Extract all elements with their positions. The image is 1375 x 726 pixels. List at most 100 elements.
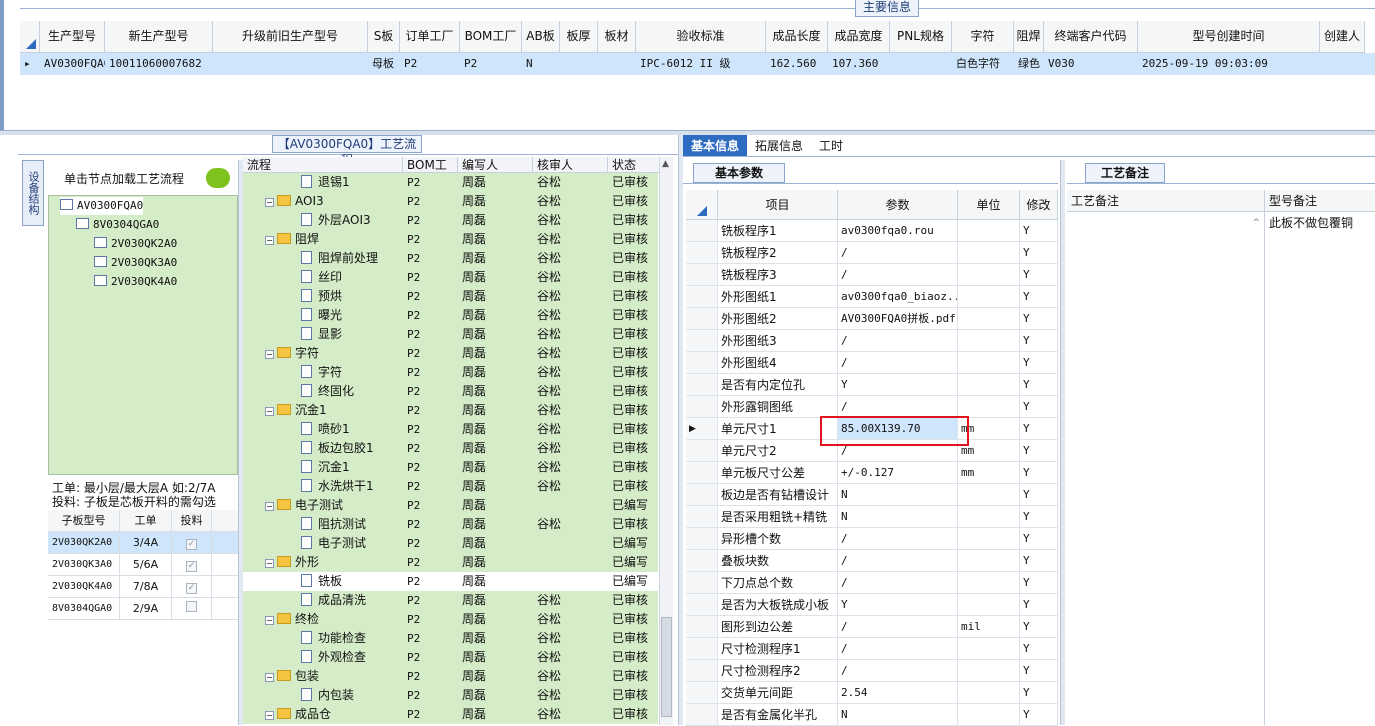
param-row[interactable]: 外形露铜图纸 / Y <box>686 396 1058 418</box>
flow-row[interactable]: 退锡1 P2 周磊 谷松 已审核 <box>243 173 658 192</box>
cell[interactable]: N <box>522 53 560 75</box>
flow-row[interactable]: 板边包胶1 P2 周磊 谷松 已审核 <box>243 439 658 458</box>
tree-node[interactable]: 2V030QK3A0 <box>94 254 177 272</box>
flow-row[interactable]: 内包装 P2 周磊 谷松 已审核 <box>243 686 658 705</box>
collapse-icon[interactable]: − <box>265 616 274 625</box>
column-header[interactable]: 项目 <box>718 190 838 219</box>
collapse-icon[interactable]: − <box>265 711 274 720</box>
param-row[interactable]: 图形到边公差 / mil Y <box>686 616 1058 638</box>
feed-checkbox[interactable] <box>172 598 212 619</box>
collapse-icon[interactable]: − <box>265 236 274 245</box>
flow-row[interactable]: 阻抗测试 P2 周磊 谷松 已审核 <box>243 515 658 534</box>
column-header[interactable]: 参数 <box>838 190 958 219</box>
param-row[interactable]: 外形图纸3/ Y <box>686 330 1058 352</box>
param-row[interactable]: 尺寸检测程序1/ Y <box>686 638 1058 660</box>
cell[interactable] <box>1320 53 1365 75</box>
param-value[interactable]: / <box>838 550 958 571</box>
tree-node[interactable]: 8V0304QGA0 <box>76 216 159 234</box>
cell[interactable]: P2 <box>400 53 460 75</box>
column-header[interactable]: 终端客户代码 <box>1044 21 1138 53</box>
param-row[interactable]: 叠板块数 / Y <box>686 550 1058 572</box>
cell[interactable]: 162.560 <box>766 53 828 75</box>
column-header[interactable]: AB板 <box>522 21 560 53</box>
flow-row[interactable]: − 字符 P2 周磊 谷松 已审核 <box>243 344 658 363</box>
column-header[interactable]: 工单 <box>120 510 172 531</box>
column-header[interactable]: 成品宽度 <box>828 21 890 53</box>
column-header[interactable]: 核审人 <box>533 157 608 172</box>
param-value[interactable]: / <box>838 264 958 285</box>
cell[interactable]: 2025-09-19 09:03:09 <box>1138 53 1320 75</box>
param-value[interactable]: av0300fqa0_biaoz... <box>838 286 958 307</box>
cell[interactable]: 107.360 <box>828 53 890 75</box>
collapse-icon[interactable]: − <box>265 350 274 359</box>
table-row[interactable]: 8V0304QGA0 2/9A <box>48 598 238 620</box>
flow-row[interactable]: − 终检 P2 周磊 谷松 已审核 <box>243 610 658 629</box>
column-header[interactable]: 升级前旧生产型号 <box>213 21 368 53</box>
column-header[interactable]: BOM工厂 <box>403 157 458 188</box>
tab-basic-params[interactable]: 基本参数 <box>693 163 785 183</box>
param-value[interactable]: N <box>838 704 958 725</box>
param-value[interactable]: +/-0.127 <box>838 462 958 483</box>
cell[interactable]: 白色字符 <box>952 53 1014 75</box>
column-header[interactable]: 订单工厂 <box>400 21 460 53</box>
collapse-icon[interactable]: − <box>265 198 274 207</box>
scroll-thumb[interactable] <box>661 617 672 717</box>
flow-row[interactable]: 外层AOI3 P2 周磊 谷松 已审核 <box>243 211 658 230</box>
tab-structure[interactable]: 设备结构 <box>22 160 44 226</box>
checkbox-checked-icon[interactable]: ✓ <box>186 539 197 550</box>
column-header[interactable]: PNL规格 <box>890 21 952 53</box>
process-remark-text[interactable]: ^ <box>1067 212 1265 725</box>
feed-checkbox[interactable]: ✓ <box>172 532 212 553</box>
column-header[interactable]: 子板型号 <box>48 510 120 531</box>
param-value[interactable]: / <box>838 242 958 263</box>
param-value[interactable]: N <box>838 484 958 505</box>
select-all-icon[interactable] <box>686 190 718 219</box>
param-row[interactable]: 铣板程序1 av0300fqa0.rou Y <box>686 220 1058 242</box>
cell[interactable]: 10011060007682 <box>105 53 213 75</box>
scroll-up-icon[interactable]: ▲ <box>662 159 669 169</box>
param-value[interactable]: / <box>838 638 958 659</box>
flow-row[interactable]: 水洗烘干1 P2 周磊 谷松 已审核 <box>243 477 658 496</box>
tab-process-remark[interactable]: 工艺备注 <box>1085 163 1165 183</box>
param-row[interactable]: 外形图纸2 AV0300FQA0拼板.pdf Y <box>686 308 1058 330</box>
column-header[interactable]: 板材 <box>598 21 636 53</box>
flow-row[interactable]: 外观检查 P2 周磊 谷松 已审核 <box>243 648 658 667</box>
param-row[interactable]: 铣板程序3/ Y <box>686 264 1058 286</box>
param-row[interactable]: 尺寸检测程序2/ Y <box>686 660 1058 682</box>
flow-row[interactable]: 曝光 P2 周磊 谷松 已审核 <box>243 306 658 325</box>
param-value[interactable]: / <box>838 572 958 593</box>
cell[interactable]: 绿色 <box>1014 53 1044 75</box>
column-header[interactable]: 阻焊 <box>1014 21 1044 53</box>
param-row[interactable]: 外形图纸1 av0300fqa0_biaoz... Y <box>686 286 1058 308</box>
param-row[interactable]: 异形槽个数 / Y <box>686 528 1058 550</box>
param-value[interactable]: N <box>838 506 958 527</box>
checkbox-checked-icon[interactable]: ✓ <box>186 561 197 572</box>
cell[interactable] <box>890 53 952 75</box>
flow-row[interactable]: − 成品仓 P2 周磊 谷松 已审核 <box>243 705 658 724</box>
param-value[interactable]: / <box>838 616 958 637</box>
tab-worktime[interactable]: 工时 <box>811 135 851 156</box>
collapse-icon[interactable]: − <box>265 407 274 416</box>
column-header[interactable]: 投料 <box>172 510 212 531</box>
model-remark-text[interactable]: 此板不做包覆铜 <box>1269 214 1375 231</box>
main-grid-row[interactable]: ▸ AV0300FQA0 10011060007682 母板 P2 P2 N IPC-6012… <box>20 53 1375 75</box>
column-header[interactable]: 字符 <box>952 21 1014 53</box>
flow-row[interactable]: − 外形 P2 周磊 已编写 <box>243 553 658 572</box>
collapse-icon[interactable]: − <box>265 673 274 682</box>
collapse-icon[interactable]: − <box>265 502 274 511</box>
checkbox-icon[interactable] <box>186 601 197 612</box>
table-row[interactable]: 2V030QK2A0 3/4A ✓ <box>48 532 238 554</box>
flow-row[interactable]: 功能检查 P2 周磊 谷松 已审核 <box>243 629 658 648</box>
chat-bubble-icon[interactable] <box>206 168 230 188</box>
column-header[interactable]: S板 <box>368 21 400 53</box>
flow-row[interactable]: 阻焊前处理 P2 周磊 谷松 已审核 <box>243 249 658 268</box>
flow-row[interactable]: 显影 P2 周磊 谷松 已审核 <box>243 325 658 344</box>
param-value[interactable]: av0300fqa0.rou <box>838 220 958 241</box>
param-value[interactable]: / <box>838 396 958 417</box>
flow-row[interactable]: 沉金1 P2 周磊 谷松 已审核 <box>243 458 658 477</box>
cell[interactable] <box>560 53 598 75</box>
param-value[interactable]: / <box>838 330 958 351</box>
flow-row[interactable]: 电子测试 P2 周磊 已编写 <box>243 534 658 553</box>
flow-row[interactable]: 终固化 P2 周磊 谷松 已审核 <box>243 382 658 401</box>
cell[interactable] <box>598 53 636 75</box>
